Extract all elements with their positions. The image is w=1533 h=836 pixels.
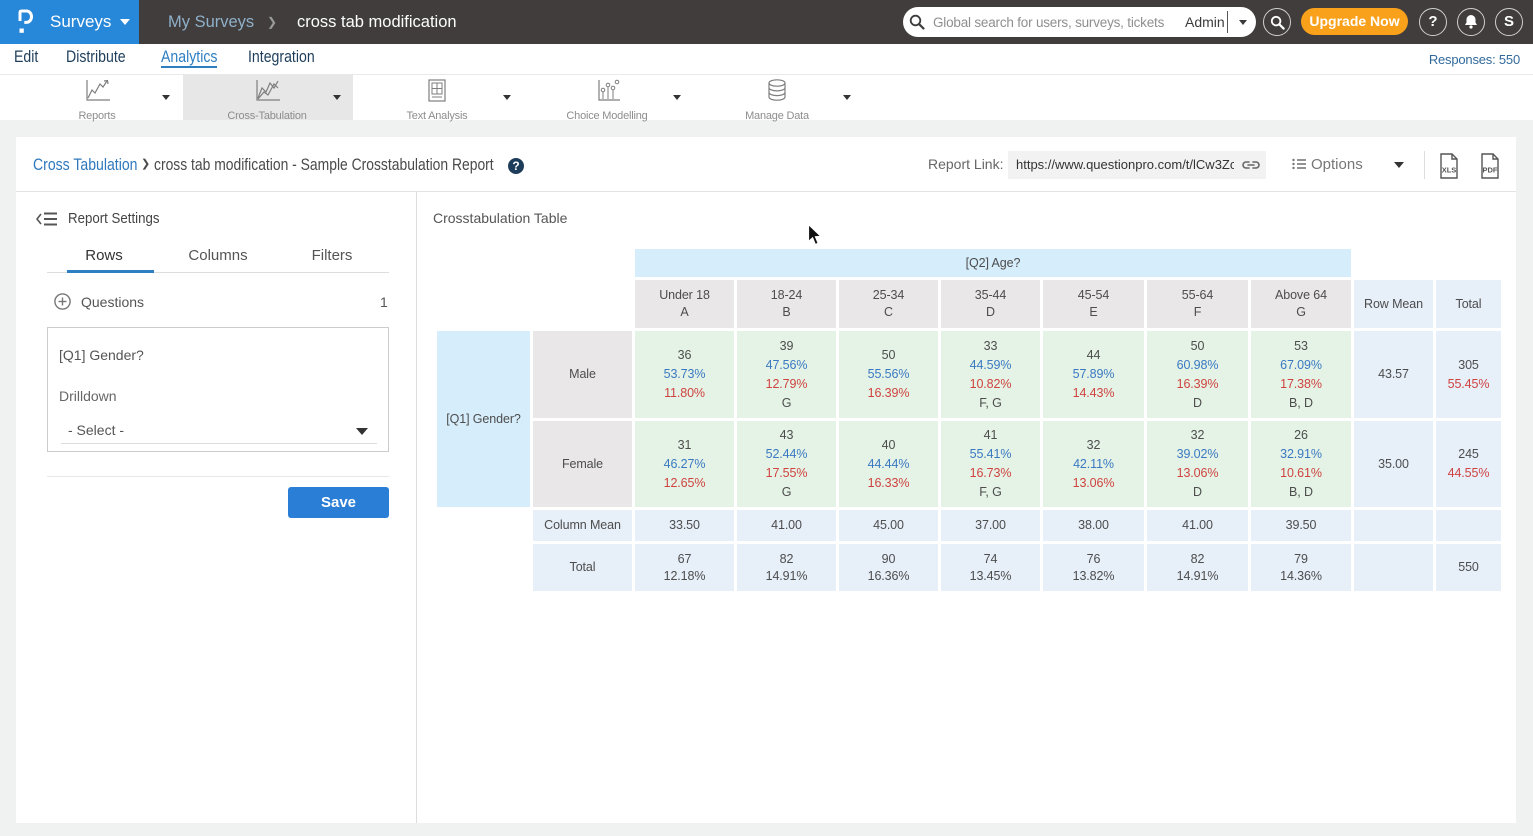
svg-text:XLS: XLS bbox=[1442, 166, 1457, 175]
svg-text:PDF: PDF bbox=[1483, 166, 1498, 175]
